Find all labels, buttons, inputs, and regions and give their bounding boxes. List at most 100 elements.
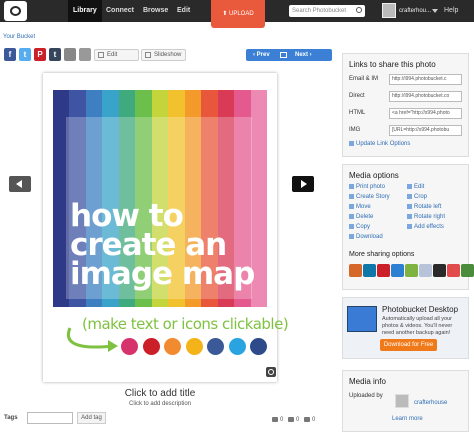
nav-library[interactable]: Library (68, 0, 102, 22)
instagram-icon (121, 338, 138, 355)
add-effects-label: Add effects (414, 224, 444, 231)
arrow-right-icon (301, 180, 307, 188)
pinterest-icon (142, 338, 160, 355)
chevron-down-icon[interactable] (432, 9, 438, 13)
arrow-left-icon (16, 180, 22, 188)
photobucket-logo-icon[interactable] (4, 1, 27, 21)
nav-browse[interactable]: Browse (138, 0, 173, 22)
move-icon (349, 204, 354, 209)
add-effects-link[interactable]: Add effects (407, 224, 444, 230)
update-link-options[interactable]: Update Link Options (349, 141, 410, 147)
slideshow-icon (145, 52, 151, 58)
move-label: Move (356, 204, 371, 211)
story-icon (349, 194, 354, 199)
nav-connect[interactable]: Connect (101, 0, 139, 22)
search-input[interactable]: Search Photobucket (289, 5, 365, 17)
headline-line-3: image map (70, 256, 255, 292)
add-title-prompt[interactable]: Click to add title (0, 388, 320, 399)
links-panel: Links to share this photo Email & IM htt… (342, 53, 469, 157)
facebook-icon (207, 338, 224, 355)
zoom-icon[interactable] (266, 367, 276, 377)
rotate-left-link[interactable]: Rotate left (407, 204, 441, 210)
tags-label: Tags (4, 415, 18, 421)
views-count: 0 (272, 417, 283, 423)
html-label: HTML (349, 110, 366, 116)
slideshow-button[interactable]: Slideshow (141, 49, 186, 61)
pencil-icon (98, 52, 104, 58)
print-icon (349, 184, 354, 189)
twitter-icon[interactable]: t (19, 48, 31, 61)
next-button[interactable]: Next › (295, 49, 312, 61)
effects-icon (407, 224, 412, 229)
email-im-label: Email & IM (349, 76, 379, 82)
share-service-icon[interactable] (447, 264, 460, 277)
pager: ‹ Prev Next › (246, 49, 332, 61)
nav-edit[interactable]: Edit (172, 0, 195, 22)
copy-label: Copy (356, 224, 371, 231)
crop-label: Crop (414, 194, 428, 201)
breadcrumb[interactable]: Your Bucket (3, 34, 35, 40)
create-story-link[interactable]: Create Story (349, 194, 390, 200)
upload-button[interactable]: ⬆ UPLOAD (211, 0, 265, 28)
comment-icon (288, 417, 294, 422)
direct-label: Direct (349, 93, 365, 99)
prev-button[interactable]: ‹ Prev (253, 49, 270, 61)
flickr-icon (185, 338, 203, 355)
create-story-label: Create Story (356, 194, 390, 201)
rotate-right-icon (407, 214, 412, 219)
share-service-icon[interactable] (405, 264, 418, 277)
edit-link[interactable]: Edit (407, 184, 424, 190)
share-service-icon[interactable] (363, 264, 376, 277)
add-description-prompt[interactable]: Click to add description (0, 401, 320, 407)
views-value: 0 (280, 417, 284, 424)
email-im-field[interactable]: http://i994.photobucket.c (389, 74, 462, 85)
crop-link[interactable]: Crop (407, 194, 427, 200)
share-service-icon[interactable] (349, 264, 362, 277)
share-service-icon[interactable] (419, 264, 432, 277)
direct-field[interactable]: http://i994.photobucket.co (389, 91, 462, 102)
add-tag-button[interactable]: Add tag (77, 412, 106, 424)
edit-label: Edit (107, 52, 118, 58)
edit-button[interactable]: Edit (94, 49, 139, 61)
rotate-left-label: Rotate left (414, 204, 442, 211)
pinterest-icon[interactable]: P (34, 48, 46, 61)
uploader-link[interactable]: crafterhouse (414, 400, 447, 406)
share-service-icon[interactable] (433, 264, 446, 277)
html-field[interactable]: <a href="http://s994.photo (389, 108, 462, 119)
download-free-button[interactable]: Download for Free (380, 339, 437, 351)
links-panel-title: Links to share this photo (349, 60, 436, 69)
username-menu[interactable]: crafterhou... (399, 0, 431, 22)
more-sharing-title: More sharing options (349, 251, 415, 258)
search-icon[interactable] (356, 7, 362, 13)
learn-more-link[interactable]: Learn more (392, 416, 423, 422)
copy-link[interactable]: Copy (349, 224, 370, 230)
share-service-icon[interactable] (461, 264, 474, 277)
tumblr-icon[interactable]: t (49, 48, 61, 61)
next-photo-button[interactable] (292, 176, 314, 192)
email-icon (164, 338, 181, 355)
share-service-icon[interactable] (391, 264, 404, 277)
uploader-avatar[interactable] (395, 394, 409, 408)
help-link[interactable]: Help (444, 0, 458, 22)
avatar[interactable] (382, 3, 396, 18)
rotate-left-icon (407, 204, 412, 209)
previous-photo-button[interactable] (9, 176, 31, 192)
share-service-icon[interactable] (377, 264, 390, 277)
grid-icon[interactable] (280, 52, 287, 58)
edit-option-label: Edit (414, 184, 425, 191)
delete-link[interactable]: Delete (349, 214, 373, 220)
download-link[interactable]: Download (349, 234, 383, 240)
curved-arrow-icon (67, 327, 118, 352)
heart-icon (304, 417, 310, 422)
eye-icon (272, 417, 278, 422)
link-icon[interactable] (79, 48, 91, 61)
rotate-right-link[interactable]: Rotate right (407, 214, 445, 220)
move-link[interactable]: Move (349, 204, 371, 210)
delete-label: Delete (356, 214, 374, 221)
copy-icon (349, 224, 354, 229)
img-field[interactable]: [URL=http://s994.photobu (389, 125, 462, 136)
tags-input[interactable] (27, 412, 73, 424)
email-icon[interactable] (64, 48, 76, 61)
facebook-icon[interactable]: f (4, 48, 16, 61)
print-photo-link[interactable]: Print photo (349, 184, 385, 190)
